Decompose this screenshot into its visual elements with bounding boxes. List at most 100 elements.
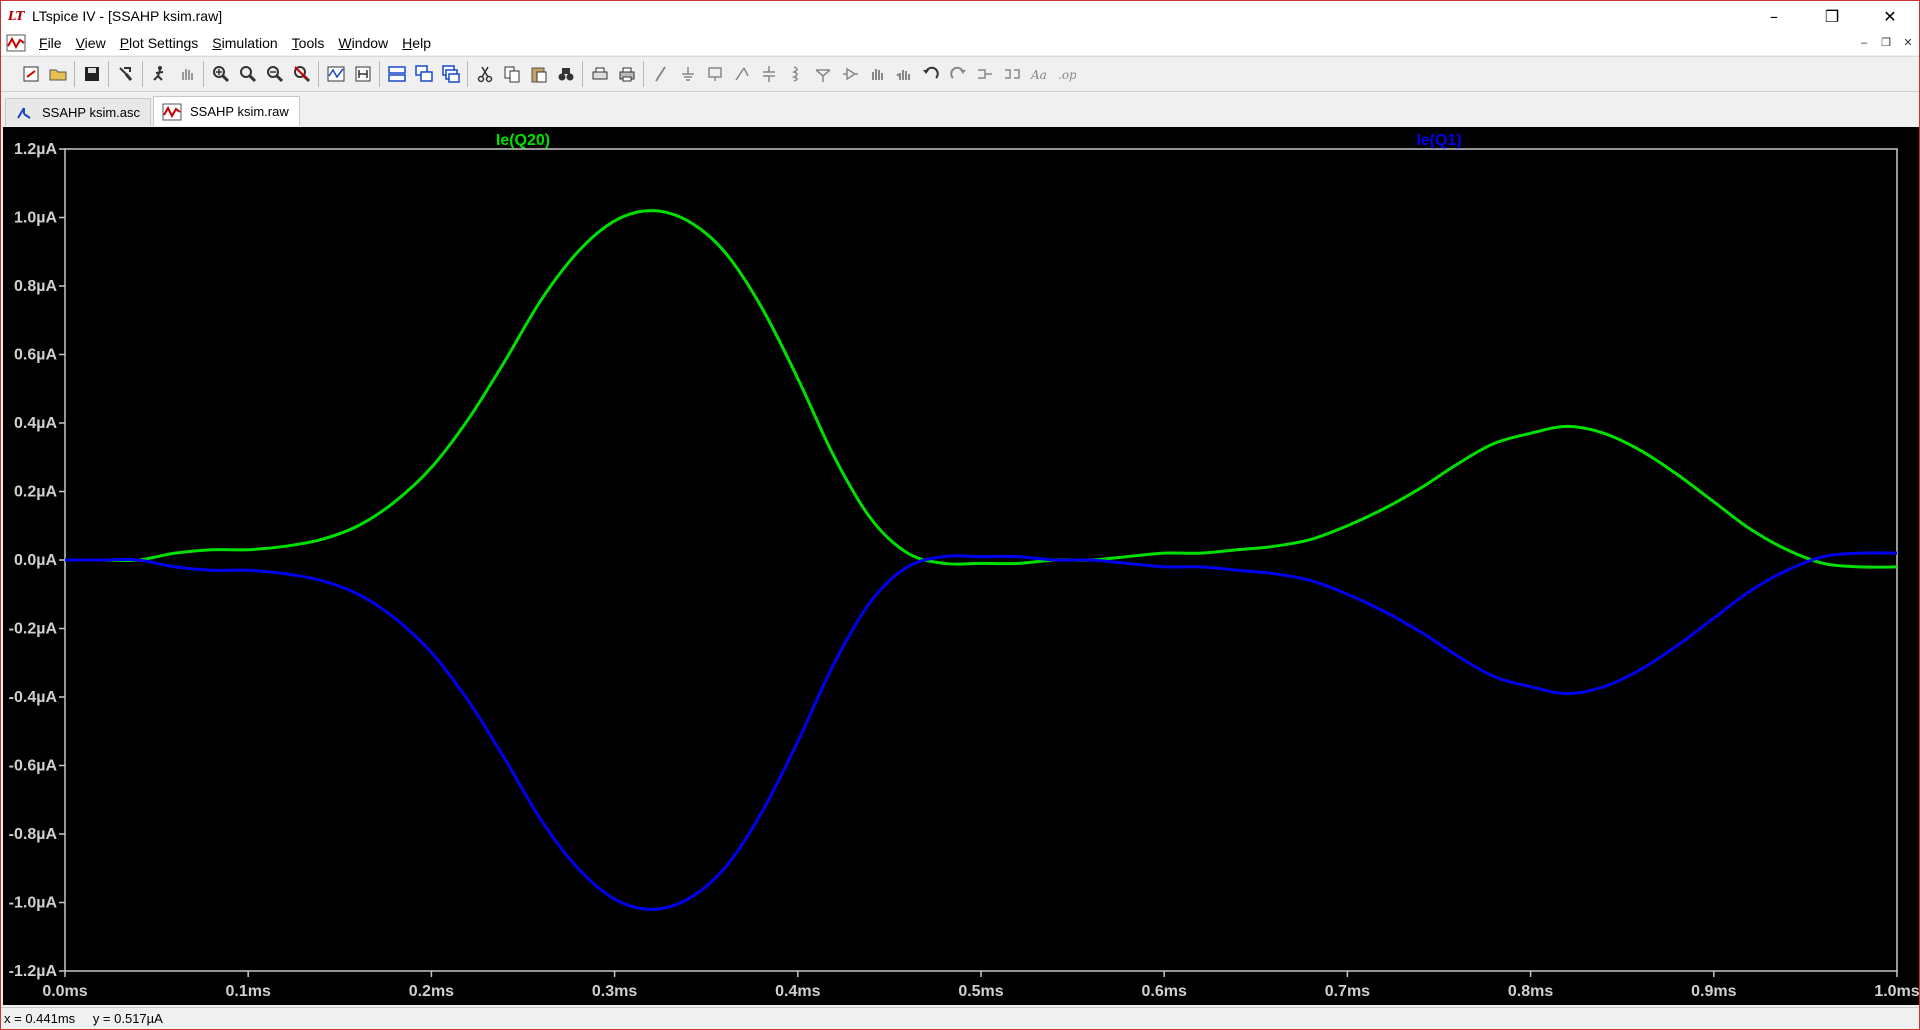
tile-horizontal-button[interactable]: [383, 60, 410, 88]
trace-ie-q1: [64, 551, 1898, 911]
plot-frame: [64, 148, 1898, 972]
maximize-button[interactable]: ❐: [1803, 1, 1861, 31]
mirror-icon: [1004, 69, 1020, 79]
document-restore-button[interactable]: ❐: [1877, 34, 1895, 51]
find-icon: [558, 68, 573, 81]
waveform-icon: [162, 103, 182, 120]
status-bar: x = 0.441ms y = 0.517µA: [1, 1007, 1919, 1029]
zoom-cancel-button[interactable]: [288, 60, 315, 88]
zoom-cancel-icon: [293, 66, 310, 83]
toolbar-separator: [379, 61, 380, 87]
text-button[interactable]: Aa: [1025, 60, 1052, 88]
undo-icon: [922, 66, 939, 79]
rotate-button[interactable]: [971, 60, 998, 88]
y-tick-label: 1.0µA: [14, 210, 57, 227]
title-bar[interactable]: LT LTspice IV - [SSAHP ksim.raw] – ❐ ✕: [1, 1, 1919, 31]
undo-button[interactable]: [917, 60, 944, 88]
y-tick-label: -0.4µA: [9, 689, 58, 706]
trace-label[interactable]: Ie(Q20): [496, 132, 550, 149]
copy-button[interactable]: [498, 60, 525, 88]
ground-icon: [681, 67, 694, 81]
redo-button[interactable]: [944, 60, 971, 88]
x-tick-label: 0.2ms: [409, 983, 454, 1000]
print-setup-button[interactable]: [586, 60, 613, 88]
menu-tools[interactable]: Tools: [285, 31, 332, 55]
cut-button[interactable]: [471, 60, 498, 88]
autorange-icon: [327, 66, 344, 82]
spice-directive-button[interactable]: .op: [1052, 60, 1079, 88]
pan-icon: [181, 69, 193, 80]
zoom-fit-button[interactable]: [234, 60, 261, 88]
find-button[interactable]: [552, 60, 579, 88]
menu-view[interactable]: View: [69, 31, 113, 55]
resistor-button[interactable]: [809, 60, 836, 88]
zoom-out-icon: [266, 66, 283, 83]
document-minimize-button[interactable]: –: [1855, 34, 1873, 51]
mark-icon: [355, 66, 370, 82]
toolbar-separator: [203, 61, 204, 87]
menu-simulation[interactable]: Simulation: [205, 31, 284, 55]
tile-vertical-button[interactable]: [437, 60, 464, 88]
text-icon: Aa: [1030, 68, 1047, 82]
mark-button[interactable]: [349, 60, 376, 88]
waveform-plot[interactable]: 1.2µA 1.0µA 0.8µA 0.6µA 0.4µA 0.2µA 0.0µA -0.2µ…: [3, 127, 1919, 1005]
trace-label[interactable]: Ie(Q1): [1416, 132, 1461, 149]
drag-button[interactable]: [890, 60, 917, 88]
move-button[interactable]: [863, 60, 890, 88]
rotate-icon: [977, 69, 992, 79]
menu-label: ools: [298, 35, 325, 51]
x-tick-label: 0.5ms: [958, 983, 1003, 1000]
menu-window[interactable]: Window: [331, 31, 395, 55]
wire-icon: [654, 66, 666, 82]
capacitor-button[interactable]: [755, 60, 782, 88]
pan-button[interactable]: [173, 60, 200, 88]
paste-button[interactable]: [525, 60, 552, 88]
ground-button[interactable]: [674, 60, 701, 88]
y-tick-label: 0.8µA: [14, 278, 57, 295]
window-title: LTspice IV - [SSAHP ksim.raw]: [32, 8, 223, 24]
y-tick-label: -0.8µA: [9, 826, 58, 843]
close-button[interactable]: ✕: [1861, 1, 1919, 31]
control-panel-button[interactable]: [112, 60, 139, 88]
label-icon: [707, 67, 722, 81]
menu-label: iew: [84, 35, 106, 51]
document-close-button[interactable]: ✕: [1899, 34, 1917, 51]
save-button[interactable]: [78, 60, 105, 88]
copy-icon: [504, 66, 519, 83]
zoom-fit-icon: [239, 66, 256, 83]
menu-bar: File View Plot Settings Simulation Tools Wind…: [1, 31, 1919, 55]
minimize-button[interactable]: –: [1745, 1, 1803, 31]
document-controls: – ❐ ✕: [1855, 34, 1917, 51]
svg-text:.op: .op: [1058, 68, 1076, 82]
inductor-button[interactable]: [782, 60, 809, 88]
svg-text:Aa: Aa: [1030, 68, 1047, 82]
cascade-button[interactable]: [410, 60, 437, 88]
print-button[interactable]: [613, 60, 640, 88]
run-button[interactable]: [146, 60, 173, 88]
zoom-out-button[interactable]: [261, 60, 288, 88]
zoom-in-button[interactable]: [207, 60, 234, 88]
new-schematic-icon: [23, 66, 38, 82]
print-icon: [619, 67, 634, 82]
menu-help[interactable]: Help: [395, 31, 438, 55]
waveform-plot-pane[interactable]: 1.2µA 1.0µA 0.8µA 0.6µA 0.4µA 0.2µA 0.0µA -0.2µ…: [3, 127, 1919, 1005]
mirror-button[interactable]: [998, 60, 1025, 88]
wire-button[interactable]: [647, 60, 674, 88]
y-tick-label: -0.2µA: [9, 621, 58, 638]
y-tick-label: 0.4µA: [14, 415, 57, 432]
waveform-document-icon[interactable]: [6, 34, 26, 52]
component-button[interactable]: [836, 60, 863, 88]
y-tick-label: 0.0µA: [14, 552, 57, 569]
tab-schematic[interactable]: SSAHP ksim.asc: [5, 98, 152, 126]
menu-plot-settings[interactable]: Plot Settings: [113, 31, 206, 55]
open-button[interactable]: [44, 60, 71, 88]
component-icon: [842, 67, 858, 81]
diode-button[interactable]: [728, 60, 755, 88]
tab-waveform[interactable]: SSAHP ksim.raw: [153, 96, 300, 126]
label-button[interactable]: [701, 60, 728, 88]
autorange-button[interactable]: [322, 60, 349, 88]
menu-file[interactable]: File: [32, 31, 69, 55]
new-schematic-button[interactable]: [17, 60, 44, 88]
control-panel-icon: [118, 67, 132, 81]
menu-label: elp: [412, 35, 431, 51]
